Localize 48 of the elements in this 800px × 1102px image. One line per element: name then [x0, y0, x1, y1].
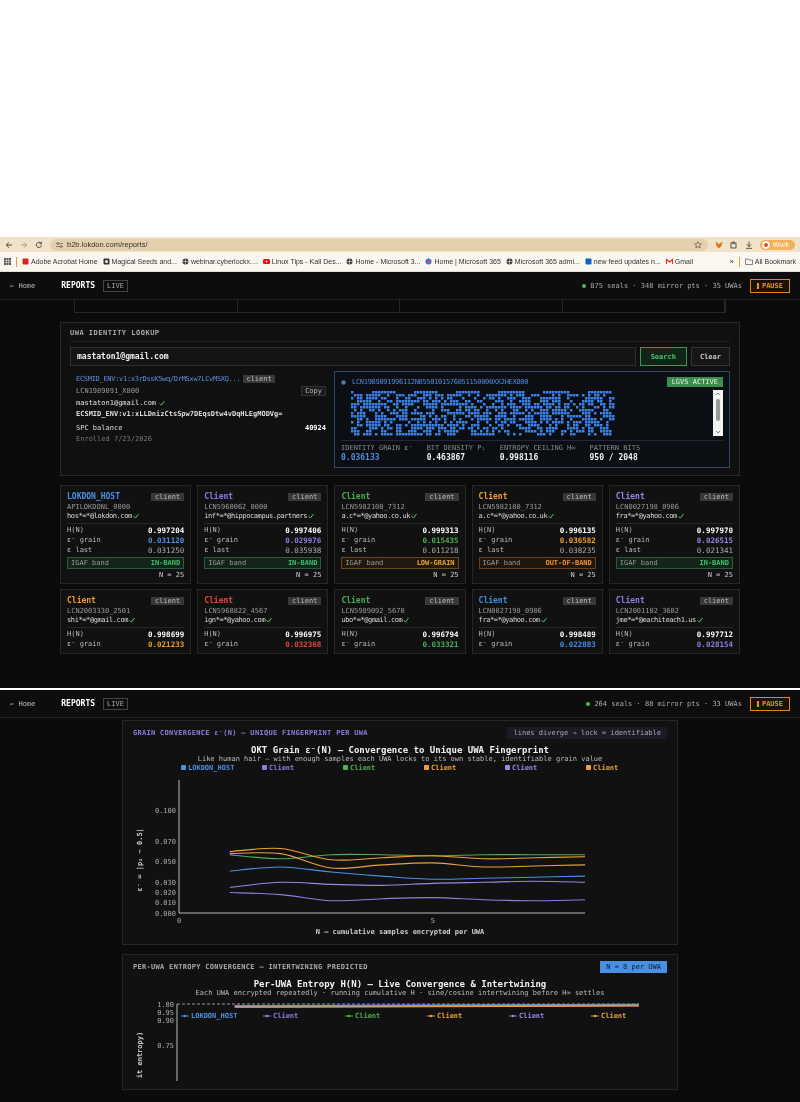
uwa-name: Client: [341, 596, 371, 605]
globe-icon: [505, 258, 513, 265]
pause-icon: [756, 700, 759, 707]
legend-swatch-icon: [181, 765, 186, 770]
stat-value: 950 / 2048: [589, 453, 639, 462]
uwa-name: Client: [204, 596, 234, 605]
page-title: REPORTS: [61, 699, 95, 708]
legend-swatch-icon: [343, 765, 348, 770]
puzzle-icon[interactable]: [729, 240, 738, 249]
page-title: REPORTS: [61, 281, 95, 290]
back-icon[interactable]: [5, 240, 13, 249]
legend-swatch-icon: [262, 765, 267, 770]
star-icon[interactable]: [693, 240, 702, 249]
square-icon: [102, 258, 110, 265]
chart-title: Per-UWA Entropy H(N) — Live Convergence & Intertwining: [253, 979, 547, 989]
uwa-name: Client: [478, 596, 508, 605]
scrollbar[interactable]: [713, 390, 723, 436]
uwa-name: Client: [204, 492, 234, 501]
uwa-name: Client: [615, 492, 645, 501]
flower-icon: [425, 258, 433, 265]
stat-value: 0.998116: [499, 453, 540, 462]
apps-icon[interactable]: [4, 258, 11, 265]
circle-icon: [341, 379, 346, 385]
globe-icon: [181, 258, 189, 265]
legend-swatch-icon: [505, 765, 510, 770]
pause-icon: [756, 282, 759, 289]
reload-icon[interactable]: [35, 240, 43, 249]
download-icon[interactable]: [744, 240, 753, 249]
legend-swatch-icon: [586, 765, 591, 770]
stat-value: 0.036133: [341, 453, 381, 462]
uwa-name: Client: [478, 492, 508, 501]
avatar-icon: [761, 240, 770, 249]
chart-title: OKT Grain ε⁻(N) — Convergence to Unique UWA Fingerprint: [251, 745, 549, 755]
fox-icon[interactable]: [714, 240, 723, 249]
square-icon: [584, 258, 592, 265]
mail-icon: [665, 258, 673, 265]
uwa-name: Client: [615, 596, 645, 605]
globe-icon: [346, 258, 354, 265]
search-field[interactable]: mastaton1@gmail.com: [70, 347, 636, 366]
document-icon: [22, 258, 29, 265]
folder-icon: [744, 258, 753, 265]
uwa-name: Client: [67, 596, 96, 605]
play-icon: [262, 258, 270, 265]
uwa-name: LOKDON_HOST: [67, 492, 120, 501]
site-settings-icon: [56, 241, 63, 248]
legend-swatch-icon: [424, 765, 429, 770]
uwa-name: Client: [341, 492, 371, 501]
stat-value: 0.463867: [426, 453, 467, 462]
